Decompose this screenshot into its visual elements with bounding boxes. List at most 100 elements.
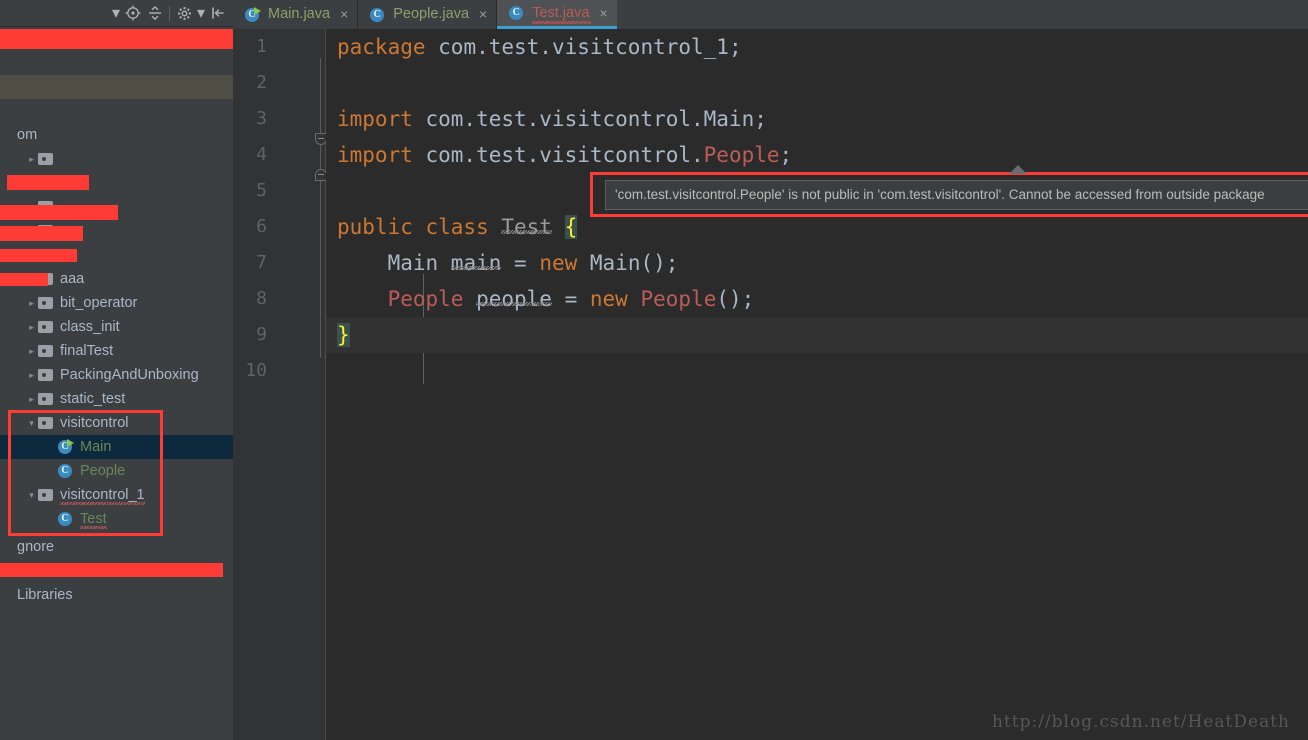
- line-number: 1: [256, 36, 267, 57]
- editor-gutter[interactable]: 1 2 3 4 5 6 7 8 9 10: [233, 29, 327, 740]
- code-token: new: [589, 287, 628, 311]
- close-icon[interactable]: ×: [479, 0, 487, 29]
- code-token: People: [703, 143, 780, 167]
- tree-item-finaltest[interactable]: finalTest: [0, 339, 233, 363]
- tab-test-java[interactable]: C Test.java ×: [497, 0, 617, 29]
- toolbar-separator: [169, 5, 170, 21]
- code-token: main: [450, 251, 502, 275]
- gear-chevron-down-icon[interactable]: ▾: [195, 2, 207, 24]
- tree-item-label: PackingAndUnboxing: [60, 367, 199, 383]
- hide-panel-icon[interactable]: [207, 2, 229, 24]
- line-number: 10: [245, 360, 267, 381]
- folder-icon: [37, 151, 55, 167]
- tree-item-redacted[interactable]: [0, 51, 233, 75]
- code-token: package: [337, 35, 426, 59]
- code-token: People: [640, 287, 717, 311]
- code-line[interactable]: People people = new People();: [326, 281, 1308, 317]
- collapse-all-icon[interactable]: [144, 2, 166, 24]
- redaction-bar: [0, 29, 233, 49]
- tree-item-label: class_init: [60, 319, 120, 335]
- tree-item-label: static_test: [60, 391, 126, 407]
- tree-item-om[interactable]: om: [0, 123, 233, 147]
- tree-item-main[interactable]: C Main: [0, 435, 233, 459]
- chevron-down-icon[interactable]: [26, 483, 37, 507]
- chevron-right-icon[interactable]: [26, 315, 37, 339]
- tree-item-redacted[interactable]: [0, 147, 233, 171]
- tree-item-people[interactable]: C People: [0, 459, 233, 483]
- watermark: http://blog.csdn.net/HeatDeath: [991, 712, 1290, 732]
- chevron-right-icon[interactable]: [26, 363, 37, 387]
- code-line[interactable]: [326, 353, 1308, 389]
- tree-item-redacted[interactable]: [0, 75, 233, 99]
- project-tree[interactable]: om aaa bit_operator class_init finalTest Pack…: [0, 27, 233, 740]
- fold-guide-line: [320, 58, 321, 358]
- code-token: import: [337, 107, 413, 131]
- project-toolbar: ▾ ▾: [0, 0, 233, 27]
- tree-item-label: finalTest: [60, 343, 114, 359]
- tree-item-bit-operator[interactable]: bit_operator: [0, 291, 233, 315]
- chevron-right-icon[interactable]: [26, 291, 37, 315]
- code-token: com.test.visitcontrol.Main;: [412, 107, 767, 131]
- tree-item-visitcontrol[interactable]: visitcontrol: [0, 411, 233, 435]
- tab-label: Main.java: [268, 6, 331, 22]
- redaction-bar: [0, 249, 77, 262]
- code-line[interactable]: import com.test.visitcontrol.People;: [326, 137, 1308, 173]
- code-token: }: [337, 323, 350, 347]
- redaction-bar: [7, 175, 89, 190]
- code-token: {: [564, 215, 578, 239]
- code-token: ;: [779, 143, 793, 167]
- line-number: 7: [256, 252, 267, 273]
- tab-main-java[interactable]: C Main.java ×: [233, 0, 359, 29]
- tree-item-gnore[interactable]: gnore: [0, 535, 233, 559]
- java-class-run-icon: C: [244, 6, 262, 23]
- tree-item-static-test[interactable]: static_test: [0, 387, 233, 411]
- line-number: 8: [256, 288, 267, 309]
- editor-area: C Main.java × C People.java × C Test.java × 1234…: [233, 0, 1308, 740]
- tree-item-class-init[interactable]: class_init: [0, 315, 233, 339]
- line-number: 5: [256, 180, 267, 201]
- code-token: Main();: [577, 251, 679, 275]
- tree-item-packingandunboxing[interactable]: PackingAndUnboxing: [0, 363, 233, 387]
- code-token: public class: [337, 215, 489, 239]
- tree-item-redacted[interactable]: [0, 99, 233, 123]
- line-number: 3: [256, 108, 267, 129]
- tree-item-visitcontrol-1[interactable]: visitcontrol_1: [0, 483, 233, 507]
- tree-item-test[interactable]: C Test: [0, 507, 233, 531]
- folder-icon: [37, 415, 55, 431]
- code-line[interactable]: Main main = new Main();: [326, 245, 1308, 281]
- code-line[interactable]: [326, 65, 1308, 101]
- code-token: new: [539, 251, 578, 275]
- tooltip-arrow-icon: [1009, 165, 1027, 174]
- project-panel: ▾ ▾ om ▸ ▸ ▸ ▸ ▸ ▸ aaa ▸ bit_operator ▸ …: [0, 0, 233, 740]
- close-icon[interactable]: ×: [599, 0, 607, 28]
- code-line[interactable]: }: [326, 317, 1308, 353]
- tree-item-libraries[interactable]: Libraries: [0, 583, 233, 607]
- target-icon[interactable]: [122, 2, 144, 24]
- editor-tabbar[interactable]: C Main.java × C People.java × C Test.java ×: [233, 0, 1308, 29]
- tree-item-label: om: [17, 127, 38, 143]
- chevron-right-icon[interactable]: [26, 147, 37, 171]
- chevron-down-icon[interactable]: ▾: [110, 2, 122, 24]
- chevron-right-icon[interactable]: [26, 387, 37, 411]
- code-token: import: [337, 143, 413, 167]
- code-content[interactable]: package com.test.visitcontrol_1;import c…: [326, 29, 1308, 740]
- tab-people-java[interactable]: C People.java ×: [358, 0, 498, 29]
- code-line[interactable]: package com.test.visitcontrol_1;: [326, 29, 1308, 65]
- chevron-right-icon[interactable]: [26, 339, 37, 363]
- close-icon[interactable]: ×: [340, 0, 348, 29]
- gear-icon[interactable]: [173, 2, 195, 24]
- code-line[interactable]: import com.test.visitcontrol.Main;: [326, 101, 1308, 137]
- java-class-icon: C: [57, 511, 75, 527]
- chevron-down-icon[interactable]: [26, 411, 37, 435]
- code-token: Main: [337, 251, 451, 275]
- code-token: =: [551, 287, 590, 311]
